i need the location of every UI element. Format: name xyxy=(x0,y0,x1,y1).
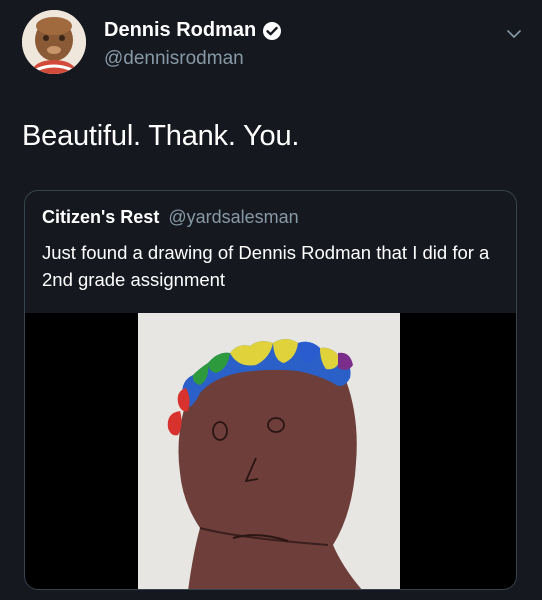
quoted-tweet-media[interactable] xyxy=(25,313,516,589)
quoted-tweet[interactable]: Citizen's Rest @yardsalesman Just found … xyxy=(24,190,517,590)
author-handle[interactable]: @dennisrodman xyxy=(104,48,244,70)
drawing-paper xyxy=(138,313,400,589)
quoted-author-handle[interactable]: @yardsalesman xyxy=(168,207,298,227)
profile-avatar-icon xyxy=(22,10,86,74)
tweet: Dennis Rodman @dennisrodman Beautiful. T… xyxy=(0,0,542,600)
author-display-name[interactable]: Dennis Rodman xyxy=(104,19,256,42)
crayon-drawing-image xyxy=(167,339,362,589)
quoted-tweet-header: Citizen's Rest @yardsalesman xyxy=(42,207,299,228)
chevron-down-icon[interactable] xyxy=(506,26,522,42)
avatar[interactable] xyxy=(22,10,86,74)
quoted-author-name[interactable]: Citizen's Rest xyxy=(42,207,159,227)
verified-badge-icon xyxy=(263,21,282,40)
tweet-text: Beautiful. Thank. You. xyxy=(22,120,300,152)
author-name[interactable]: Dennis Rodman xyxy=(104,19,282,42)
quoted-tweet-text: Just found a drawing of Dennis Rodman th… xyxy=(42,242,490,290)
